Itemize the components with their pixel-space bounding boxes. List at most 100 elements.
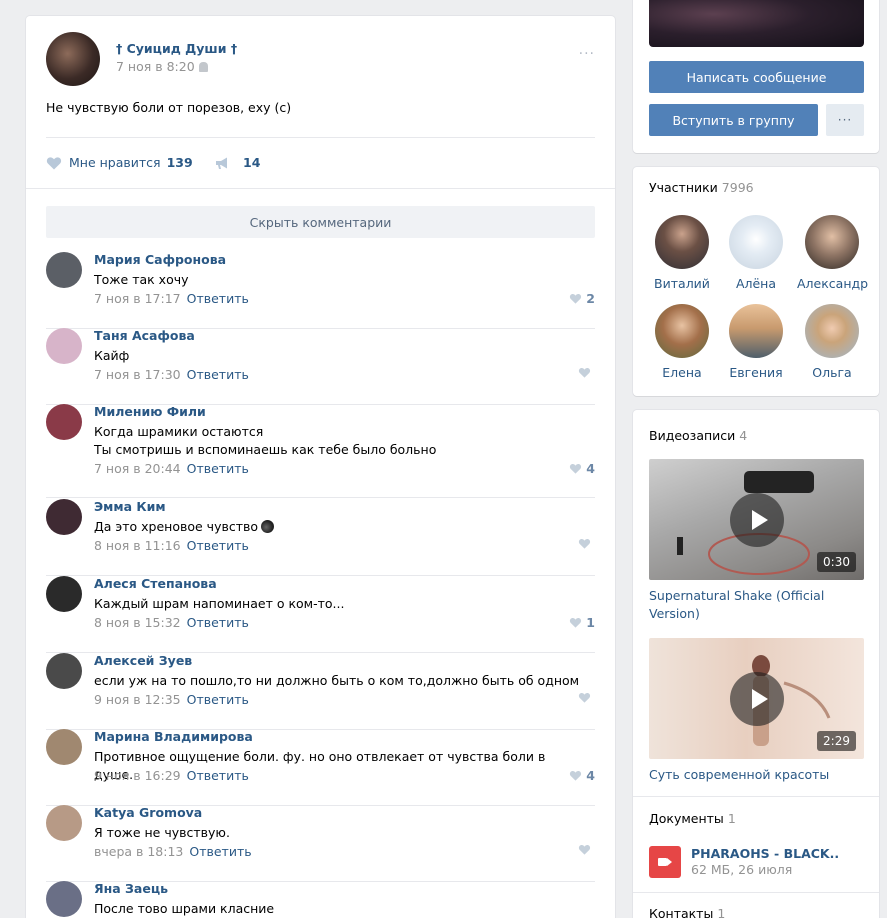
write-message-button[interactable]: Написать сообщение [649, 61, 864, 93]
more-actions-button[interactable]: ··· [826, 104, 864, 136]
comment-text-content: Да это хреновое чувство [94, 519, 259, 534]
member-item[interactable]: Александр [797, 215, 868, 291]
play-icon[interactable] [729, 671, 784, 726]
comment-author[interactable]: Алеся Степанова [94, 576, 217, 591]
group-cover-image[interactable] [649, 0, 864, 47]
video-duration: 0:30 [817, 552, 856, 572]
comment-date[interactable]: 7 ноя в 17:30 [94, 367, 181, 382]
heart-icon [570, 771, 582, 781]
video-file-icon[interactable] [649, 846, 681, 878]
contacts-count: 1 [717, 906, 726, 918]
avatar [729, 215, 783, 269]
join-group-button[interactable]: Вступить в группу [649, 104, 818, 136]
like-button[interactable]: Мне нравится 139 [46, 155, 193, 170]
comment-text: Каждый шрам напоминает о ком-то... [94, 596, 345, 611]
avatar [655, 304, 709, 358]
comment-item: Эмма Ким Да это хреновое чувство 8 ноя в… [46, 499, 595, 576]
megaphone-icon [216, 157, 227, 169]
video-title[interactable]: Суть современной красоты [649, 766, 864, 784]
reply-link[interactable]: Ответить [187, 291, 249, 306]
comment-avatar[interactable] [46, 499, 82, 535]
comment-text-line: Ты смотришь и вспоминаешь как тебе было … [94, 442, 437, 457]
members-label: Участники [649, 180, 718, 195]
heart-icon [578, 368, 591, 378]
comment-avatar[interactable] [46, 404, 82, 440]
comment-author[interactable]: Мария Сафронова [94, 252, 226, 267]
member-item[interactable]: Виталий [647, 215, 717, 291]
comment-author[interactable]: Алексей Зуев [94, 653, 192, 668]
comment-like-button[interactable]: 4 [569, 461, 595, 476]
play-icon[interactable] [729, 492, 784, 547]
comment-date[interactable]: 9 ноя в 16:29 [94, 768, 181, 783]
avatar [805, 215, 859, 269]
comment-date[interactable]: 7 ноя в 17:17 [94, 291, 181, 306]
members-header[interactable]: Участники 7996 [649, 180, 754, 195]
reply-link[interactable]: Ответить [187, 538, 249, 553]
member-item[interactable]: Алёна [721, 215, 791, 291]
comment-like-button[interactable] [578, 538, 595, 549]
heart-icon [570, 618, 582, 628]
comment-like-button[interactable] [578, 367, 595, 378]
reply-link[interactable]: Ответить [187, 692, 249, 707]
comment-avatar[interactable] [46, 328, 82, 364]
comment-like-button[interactable]: 2 [569, 291, 595, 306]
reply-link[interactable]: Ответить [187, 461, 249, 476]
comment-item: Алексей Зуев если уж на то пошло,то ни д… [46, 653, 595, 730]
videos-header[interactable]: Видеозаписи 4 [649, 428, 747, 443]
comment-like-button[interactable]: 4 [569, 768, 595, 783]
comment-author[interactable]: Katya Gromova [94, 805, 202, 820]
comment-item: Милению Фили Когда шрамики остаются Ты см… [46, 404, 595, 498]
bomb-emoji-icon [261, 520, 275, 533]
member-item[interactable]: Ольга [797, 304, 867, 380]
hide-comments-button[interactable]: Скрыть комментарии [46, 206, 595, 238]
comment-item: Таня Асафова Кайф 7 ноя в 17:30 Ответить [46, 328, 595, 405]
comment-avatar[interactable] [46, 881, 82, 917]
videos-count: 4 [739, 428, 748, 443]
comment-date[interactable]: 7 ноя в 20:44 [94, 461, 181, 476]
comment-author[interactable]: Эмма Ким [94, 499, 166, 514]
comment-avatar[interactable] [46, 653, 82, 689]
comment-like-button[interactable]: 1 [569, 615, 595, 630]
member-name: Ольга [812, 365, 852, 380]
contacts-header[interactable]: Контакты 1 [649, 906, 725, 918]
comment-text: Да это хреновое чувство [94, 518, 585, 536]
comment-meta: вчера в 18:13 Ответить [94, 844, 252, 859]
comment-date[interactable]: 8 ноя в 15:32 [94, 615, 181, 630]
post-date-text[interactable]: 7 ноя в 8:20 [116, 59, 195, 74]
comment-author[interactable]: Милению Фили [94, 404, 206, 419]
comment-date[interactable]: вчера в 18:13 [94, 844, 183, 859]
share-button[interactable]: 14 [214, 155, 260, 170]
reply-link[interactable]: Ответить [189, 844, 251, 859]
post-author-name[interactable]: † Суицид Души † [116, 41, 237, 56]
comment-meta: 7 ноя в 17:17 Ответить [94, 291, 249, 306]
comment-author[interactable]: Марина Владимирова [94, 729, 253, 744]
comment-avatar[interactable] [46, 729, 82, 765]
post-author-avatar[interactable] [46, 32, 100, 86]
reply-link[interactable]: Ответить [187, 768, 249, 783]
document-name[interactable]: PHARAOHS - BLACK.. [691, 846, 839, 861]
post-menu-button[interactable]: ··· [579, 46, 595, 62]
video-title[interactable]: Supernatural Shake (Official Version) [649, 587, 864, 623]
comment-author[interactable]: Таня Асафова [94, 328, 195, 343]
comment-author[interactable]: Яна Заець [94, 881, 168, 896]
avatar [805, 304, 859, 358]
comment-text: Тоже так хочу [94, 272, 189, 287]
reply-link[interactable]: Ответить [187, 367, 249, 382]
post-actions: Мне нравится 139 14 [46, 137, 595, 187]
comment-like-button[interactable] [578, 844, 595, 855]
comment-avatar[interactable] [46, 252, 82, 288]
member-item[interactable]: Евгения [721, 304, 791, 380]
video-thumbnail[interactable]: 0:30 [649, 459, 864, 580]
comment-avatar[interactable] [46, 576, 82, 612]
comment-like-button[interactable] [578, 692, 595, 703]
comment-date[interactable]: 9 ноя в 12:35 [94, 692, 181, 707]
video-thumbnail[interactable]: 2:29 [649, 638, 864, 759]
reply-link[interactable]: Ответить [187, 615, 249, 630]
documents-header[interactable]: Документы 1 [649, 811, 736, 826]
comment-like-count: 4 [586, 768, 595, 783]
comment-date[interactable]: 8 ноя в 11:16 [94, 538, 181, 553]
documents-count: 1 [727, 811, 736, 826]
comment-avatar[interactable] [46, 805, 82, 841]
comment-meta: 9 ноя в 12:35 Ответить [94, 692, 249, 707]
member-item[interactable]: Елена [647, 304, 717, 380]
